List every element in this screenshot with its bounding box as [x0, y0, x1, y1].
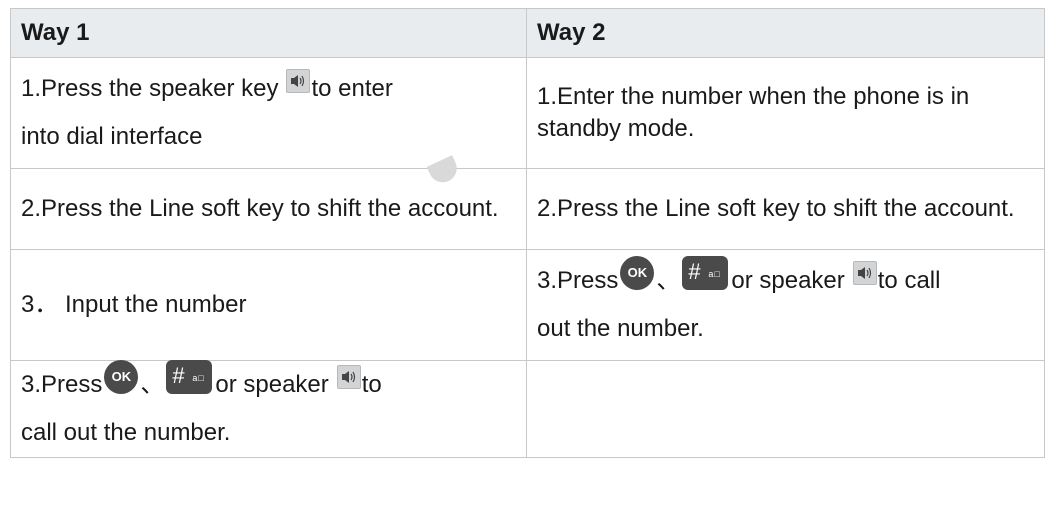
header-way-2: Way 2	[526, 8, 1045, 58]
speaker-key-icon	[286, 68, 311, 93]
step-text: to enter	[311, 75, 393, 102]
step-text: to call	[877, 267, 941, 294]
step-text: 3.Press	[21, 371, 103, 398]
header-way-1: Way 1	[10, 8, 527, 58]
cell-way1-step1: 1.Press the speaker key to enter into dial…	[10, 57, 527, 169]
cell-way2-step3: 3.Press OK、 # a□ or speaker to call out the nu…	[526, 249, 1045, 361]
table-row: 2.Press the Line soft key to shift the a…	[10, 168, 1045, 250]
cell-way1-step3b: 3.Press OK、 # a□ or speaker to call out the nu…	[10, 359, 527, 458]
cell-way2-step2: 2.Press the Line soft key to shift the a…	[526, 168, 1045, 250]
step-text: 1.Press the speaker key	[21, 75, 279, 102]
step-text: or speaker	[731, 267, 845, 294]
separator: 、	[656, 267, 681, 294]
hash-key-label: #	[688, 258, 701, 284]
ok-key-icon: OK	[620, 255, 655, 290]
ok-key-icon: OK	[104, 359, 139, 394]
table-row: 3． Input the number 3.Press OK、 # a□ or spea…	[10, 249, 1045, 361]
speaker-key-icon	[336, 364, 361, 389]
table-row: 3.Press OK、 # a□ or speaker to call out the nu…	[10, 359, 1045, 458]
hash-key-sublabel: a□	[192, 372, 205, 383]
step-text: call out the number.	[21, 419, 231, 446]
step-text: 3.Press	[537, 267, 619, 294]
dialing-methods-table: Way 1 Way 2 1.Press the speaker key to en…	[10, 8, 1045, 458]
cell-way2-step1: 1.Enter the number when the phone is in …	[526, 57, 1045, 169]
hash-key-icon: # a□	[682, 255, 729, 290]
step-text: or speaker	[215, 371, 329, 398]
speaker-key-icon	[852, 260, 877, 285]
step-text: into dial interface	[21, 123, 203, 150]
hash-key-label: #	[172, 362, 185, 388]
table-row: 1.Press the speaker key to enter into dial…	[10, 57, 1045, 169]
hash-key-icon: # a□	[166, 359, 213, 394]
separator: 、	[140, 371, 165, 398]
hash-key-sublabel: a□	[708, 268, 721, 279]
step-text: to	[361, 371, 382, 398]
empty-cell	[526, 360, 1045, 458]
step-text: out the number.	[537, 315, 704, 342]
cell-way1-step3: 3． Input the number	[10, 249, 527, 361]
table-header-row: Way 1 Way 2	[10, 8, 1045, 58]
